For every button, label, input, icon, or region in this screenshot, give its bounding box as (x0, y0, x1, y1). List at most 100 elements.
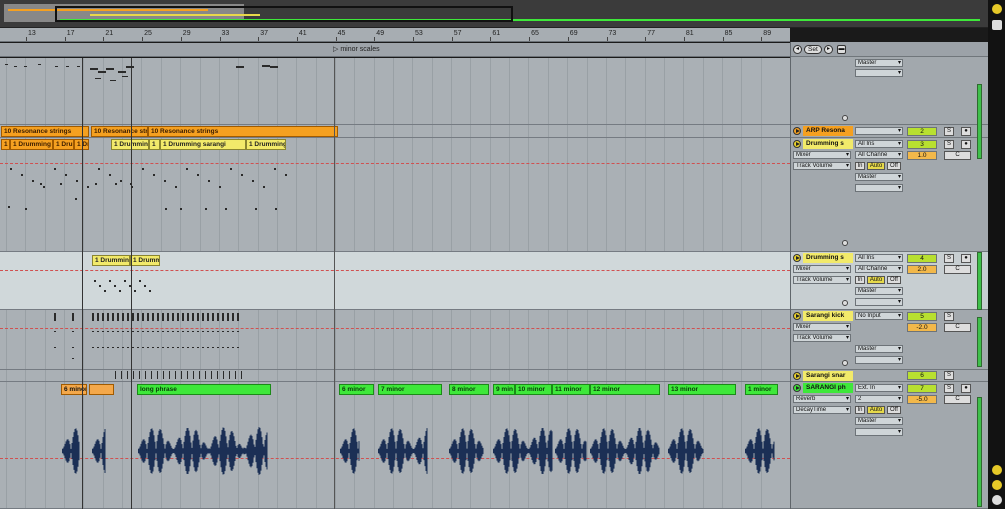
locator-minor-scales[interactable]: ▷ minor scales (333, 45, 380, 53)
clip[interactable]: 10 minor (515, 384, 552, 395)
track-name[interactable]: ARP Resona (803, 126, 853, 136)
clip[interactable]: 6 minor (339, 384, 374, 395)
sends-toggle-icon[interactable] (992, 495, 1002, 505)
track-name[interactable]: Drumming s (803, 139, 853, 149)
output-channel[interactable] (855, 184, 903, 192)
mixer-toggle-icon[interactable] (992, 480, 1002, 490)
clip[interactable]: 1 Drummin (111, 139, 149, 150)
collapse-icon[interactable] (842, 360, 848, 366)
crossfade-button[interactable]: C (944, 323, 971, 332)
clip[interactable]: 11 minor (552, 384, 590, 395)
crossfade-button[interactable]: C (944, 395, 971, 404)
output-channel[interactable] (855, 69, 903, 77)
track-number[interactable]: 2 (907, 127, 937, 136)
collapse-icon[interactable] (842, 240, 848, 246)
clip[interactable]: 10 Resonance strings (1, 126, 89, 137)
solo-button[interactable]: S (944, 384, 954, 393)
playhead[interactable] (131, 58, 132, 509)
next-locator-icon[interactable]: ▸ (824, 45, 833, 54)
clip[interactable]: 1 minor (745, 384, 778, 395)
input-channel[interactable]: 2 (855, 395, 903, 403)
input-type[interactable]: Ext. In (855, 384, 903, 392)
overview-toggle-icon[interactable] (992, 465, 1002, 475)
clip[interactable]: 1 Dru (53, 139, 74, 150)
right-scrollbar[interactable] (988, 0, 1005, 509)
clip[interactable]: 1 Drumming sarangi (160, 139, 246, 150)
solo-button[interactable]: S (944, 127, 954, 136)
monitor-in-button[interactable]: In (855, 276, 865, 284)
track-volume[interactable]: 1.0 (907, 151, 937, 160)
clip[interactable]: 12 minor (590, 384, 660, 395)
track-lane-sarangi-snare[interactable] (0, 370, 790, 382)
track-volume[interactable]: -2.0 (907, 323, 937, 332)
locator-bar[interactable]: ▷ minor scales (0, 43, 790, 57)
arm-button[interactable]: ● (961, 127, 971, 136)
arrangement-view[interactable]: 10 Resonance strings 10 Resonance string… (0, 58, 790, 509)
input-type[interactable]: No Input (855, 312, 903, 320)
track-header-sarangi-kick[interactable]: Sarangi kick Mixer Track Volume No Input… (791, 310, 989, 370)
track-header-sarangi-phrases[interactable]: SARANGI ph Reverb DecayTime Ext. In 2 In… (791, 382, 989, 509)
output-routing[interactable]: Master (855, 173, 903, 181)
track-header-arp[interactable]: ARP Resona 2 S ● (791, 125, 989, 138)
clip[interactable]: 13 minor (668, 384, 736, 395)
device-chooser[interactable]: Mixer (793, 265, 851, 273)
prev-locator-icon[interactable]: ◂ (793, 45, 802, 54)
device-chooser[interactable]: Reverb (793, 395, 851, 403)
clip[interactable]: 6 minor (61, 384, 87, 395)
track-lane-drumming-1[interactable] (0, 138, 790, 252)
track-header-drumming-2[interactable]: Drumming s Mixer Track Volume All Ins Al… (791, 252, 989, 310)
clip[interactable]: 10 Resonance strings (148, 126, 338, 137)
track-play-icon[interactable] (793, 372, 801, 380)
monitor-auto-button[interactable]: Auto (867, 276, 885, 284)
clip[interactable]: 8 minor (449, 384, 489, 395)
io-toggle-icon[interactable] (992, 20, 1002, 30)
output-channel[interactable] (855, 428, 903, 436)
param-chooser[interactable]: Track Volume (793, 162, 851, 170)
track-volume[interactable]: 2.0 (907, 265, 937, 274)
track-number[interactable]: 3 (907, 140, 937, 149)
param-chooser[interactable]: Track Volume (793, 276, 851, 284)
output-routing[interactable]: Master (855, 417, 903, 425)
track-header-top[interactable]: Master (791, 57, 989, 125)
track-name[interactable]: Sarangi snar (803, 371, 853, 381)
clip[interactable]: 1 (1, 139, 10, 150)
collapse-icon[interactable] (842, 300, 848, 306)
clip[interactable]: 1 Drumming (92, 255, 130, 266)
clip[interactable]: long phrase (137, 384, 271, 395)
track-play-icon[interactable] (793, 312, 801, 320)
arm-button[interactable]: ● (961, 140, 971, 149)
track-name[interactable]: Sarangi kick (803, 311, 853, 321)
crossfade-button[interactable]: C (944, 265, 971, 274)
input-channel[interactable]: All Channe (855, 151, 903, 159)
track-number[interactable]: 4 (907, 254, 937, 263)
output-channel[interactable] (855, 356, 903, 364)
device-chooser[interactable]: Mixer (793, 323, 851, 331)
collapse-icon[interactable] (842, 115, 848, 121)
circle-icon[interactable] (992, 4, 1002, 14)
input-type[interactable]: All Ins (855, 254, 903, 262)
solo-button[interactable]: S (944, 371, 954, 380)
output-routing[interactable]: Master (855, 345, 903, 353)
track-play-icon[interactable] (793, 127, 801, 135)
track-header-sarangi-snare[interactable]: Sarangi snar 6 S (791, 370, 989, 382)
monitor-in-button[interactable]: In (855, 162, 865, 170)
track-name[interactable]: Drumming s (803, 253, 853, 263)
clip[interactable]: 7 minor (378, 384, 442, 395)
track-number[interactable]: 5 (907, 312, 937, 321)
output-routing[interactable] (855, 127, 903, 135)
solo-button[interactable]: S (944, 312, 954, 321)
set-locator-button[interactable]: Set (804, 45, 822, 54)
arrangement-overview[interactable] (0, 0, 990, 28)
beat-time-ruler[interactable]: 13 17 21 25 29 33 37 41 45 49 53 57 61 65 69 73 77 81 85 89 (0, 28, 790, 42)
track-volume[interactable]: -5.0 (907, 395, 937, 404)
track-play-icon[interactable] (793, 254, 801, 262)
output-routing[interactable]: Master (855, 59, 903, 67)
solo-button[interactable]: S (944, 254, 954, 263)
track-play-icon[interactable] (793, 384, 801, 392)
clip[interactable] (89, 384, 114, 395)
param-chooser[interactable]: DecayTime (793, 406, 851, 414)
monitor-auto-button[interactable]: Auto (867, 406, 885, 414)
arm-button[interactable]: ● (961, 254, 971, 263)
monitor-in-button[interactable]: In (855, 406, 865, 414)
input-type[interactable]: All Ins (855, 140, 903, 148)
